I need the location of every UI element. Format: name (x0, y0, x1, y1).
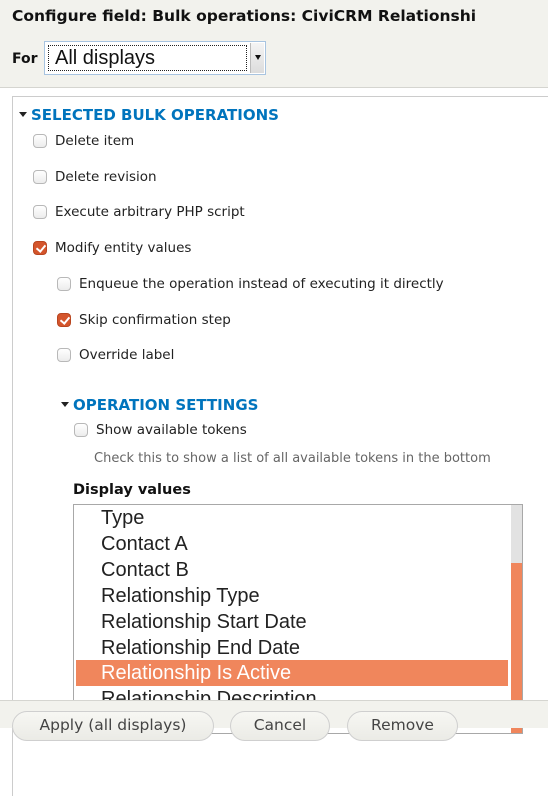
remove-button[interactable]: Remove (347, 711, 458, 741)
display-values-label: Display values (73, 482, 191, 498)
selected-bulk-operations-legend: SELECTED BULK OPERATIONS (31, 106, 279, 124)
listbox-option[interactable]: Relationship Type (76, 583, 508, 609)
for-display-select-value: All displays (48, 45, 247, 71)
collapse-triangle-icon (61, 401, 69, 407)
checkbox-label: Modify entity values (55, 240, 192, 256)
checkbox-checked-icon[interactable] (57, 313, 71, 327)
show-tokens-description: Check this to show a list of all availab… (94, 451, 491, 466)
collapse-triangle-icon (19, 111, 27, 117)
checkbox-icon[interactable] (57, 277, 71, 291)
for-label: For (12, 51, 38, 67)
dialog-title: Configure field: Bulk operations: CiviCR… (12, 7, 477, 25)
checkbox-icon[interactable] (33, 134, 47, 148)
checkbox-label: Execute arbitrary PHP script (55, 204, 245, 220)
operation-settings-legend: OPERATION SETTINGS (73, 396, 259, 414)
checkbox-label: Delete revision (55, 169, 157, 185)
listbox-option[interactable]: Contact A (76, 531, 508, 557)
selected-bulk-operations-toggle[interactable]: SELECTED BULK OPERATIONS (19, 106, 279, 124)
checkbox-label: Delete item (55, 133, 135, 149)
checkbox-label: Skip confirmation step (79, 312, 231, 328)
cancel-button[interactable]: Cancel (230, 711, 330, 741)
listbox-option[interactable]: Contact B (76, 557, 508, 583)
dialog-footer: Apply (all displays) Cancel Remove (0, 700, 548, 741)
listbox-option-selected[interactable]: Relationship Is Active (76, 660, 508, 686)
checkbox-checked-icon[interactable] (33, 241, 47, 255)
listbox-option[interactable]: Relationship End Date (76, 635, 508, 661)
operation-settings-toggle[interactable]: OPERATION SETTINGS (61, 396, 258, 414)
checkbox-icon[interactable] (74, 423, 88, 437)
listbox-option[interactable]: Type (76, 505, 508, 531)
checkbox-icon[interactable] (33, 205, 47, 219)
for-display-select[interactable]: All displays (44, 41, 266, 75)
checkbox-label: Override label (79, 347, 175, 363)
checkbox-icon[interactable] (57, 348, 71, 362)
select-dropdown-button[interactable] (250, 43, 264, 73)
checkbox-label: Enqueue the operation instead of executi… (79, 276, 444, 292)
listbox-scrollbar[interactable] (511, 505, 522, 733)
checkbox-label: Show available tokens (96, 422, 247, 438)
chevron-down-icon (255, 55, 261, 60)
listbox-option[interactable]: Relationship Start Date (76, 609, 508, 635)
checkbox-icon[interactable] (33, 170, 47, 184)
apply-all-displays-button[interactable]: Apply (all displays) (12, 711, 214, 741)
dialog-header: Configure field: Bulk operations: CiviCR… (0, 0, 548, 88)
